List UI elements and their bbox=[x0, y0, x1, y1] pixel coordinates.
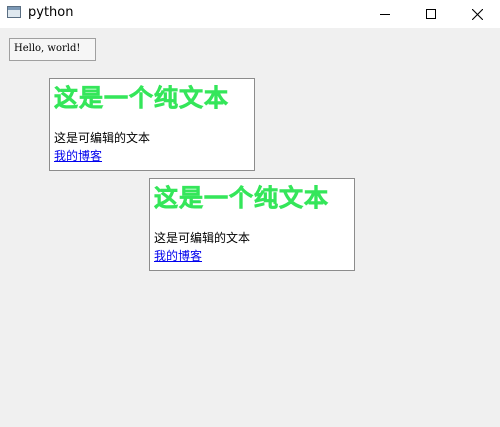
close-icon bbox=[471, 8, 483, 20]
window-title: python bbox=[28, 5, 74, 20]
editable-text[interactable]: 这是可编辑的文本 bbox=[54, 131, 254, 145]
maximize-icon bbox=[426, 9, 436, 19]
minimize-icon bbox=[380, 9, 390, 19]
app-icon bbox=[7, 6, 21, 18]
title-bar[interactable]: python bbox=[0, 0, 500, 28]
editable-text[interactable]: 这是可编辑的文本 bbox=[154, 231, 354, 245]
blog-link[interactable]: 我的博客 bbox=[54, 149, 102, 163]
rich-text-box[interactable]: 这是一个纯文本 这是可编辑的文本 我的博客 bbox=[149, 178, 355, 271]
minimize-button[interactable] bbox=[362, 0, 408, 28]
rich-heading: 这是一个纯文本 bbox=[154, 184, 329, 213]
maximize-button[interactable] bbox=[408, 0, 454, 28]
rich-heading: 这是一个纯文本 bbox=[54, 84, 229, 113]
rich-text-box[interactable]: 这是一个纯文本 这是可编辑的文本 我的博客 bbox=[49, 78, 255, 171]
hello-label: Hello, world! bbox=[9, 38, 96, 61]
close-button[interactable] bbox=[454, 0, 500, 28]
blog-link[interactable]: 我的博客 bbox=[154, 249, 202, 263]
